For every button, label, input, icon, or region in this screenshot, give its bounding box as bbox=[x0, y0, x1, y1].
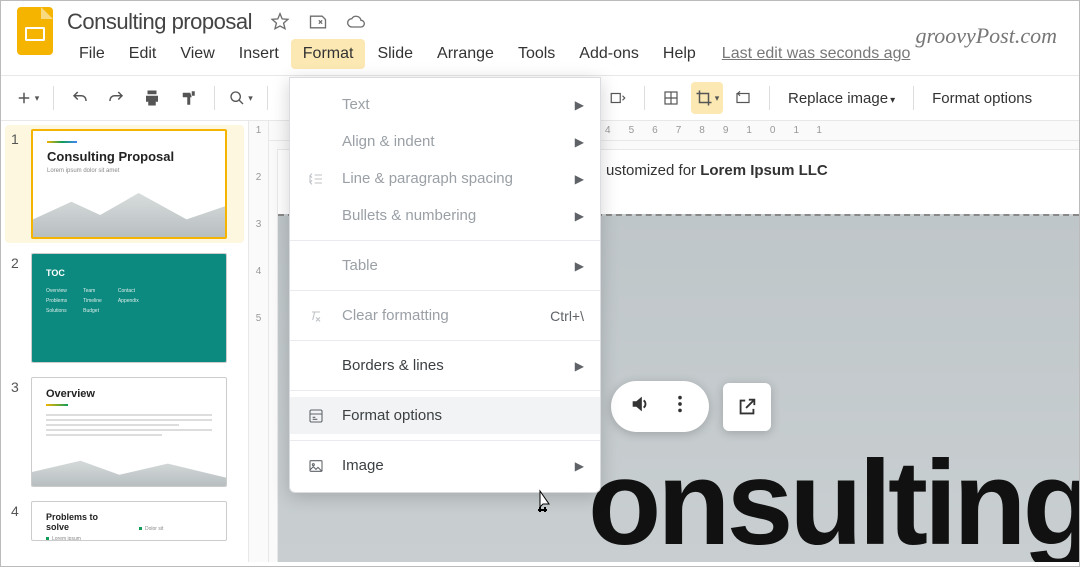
thumb-number: 1 bbox=[11, 129, 23, 239]
menu-view[interactable]: View bbox=[168, 39, 226, 69]
doc-title[interactable]: Consulting proposal bbox=[67, 9, 252, 35]
reset-image-button[interactable] bbox=[727, 82, 759, 114]
dd-spacing[interactable]: Line & paragraph spacing▶ bbox=[290, 160, 600, 197]
thumb-number: 3 bbox=[11, 377, 23, 487]
menu-file[interactable]: File bbox=[67, 39, 117, 69]
menu-insert[interactable]: Insert bbox=[227, 39, 291, 69]
dd-clear[interactable]: Clear formattingCtrl+\ bbox=[290, 297, 600, 334]
watermark: groovyPost.com bbox=[915, 23, 1057, 49]
menu-help[interactable]: Help bbox=[651, 39, 708, 69]
slide-thumbnail-2[interactable]: TOC OverviewProblemsSolutions TeamTimeli… bbox=[31, 253, 227, 363]
menu-addons[interactable]: Add-ons bbox=[567, 39, 651, 69]
slide-thumbnail-3[interactable]: Overview bbox=[31, 377, 227, 487]
transition-icon[interactable] bbox=[602, 82, 634, 114]
star-icon[interactable] bbox=[270, 12, 290, 32]
menu-tools[interactable]: Tools bbox=[506, 39, 567, 69]
cloud-icon[interactable] bbox=[346, 12, 366, 32]
dd-image[interactable]: Image▶ bbox=[290, 447, 600, 484]
thumb-number: 4 bbox=[11, 501, 23, 541]
dd-format-options[interactable]: Format options bbox=[290, 397, 600, 434]
line-spacing-icon bbox=[306, 171, 326, 187]
redo-button[interactable] bbox=[100, 82, 132, 114]
dd-borders[interactable]: Borders & lines▶ bbox=[290, 347, 600, 384]
volume-icon[interactable] bbox=[629, 393, 651, 420]
dd-align[interactable]: Align & indent▶ bbox=[290, 123, 600, 160]
cursor-icon bbox=[533, 489, 553, 518]
dd-table[interactable]: Table▶ bbox=[290, 247, 600, 284]
slide-thumbnails: 1 Consulting Proposal Lorem ipsum dolor … bbox=[1, 121, 249, 562]
slide-thumbnail-4[interactable]: Problems to solve Lorem ipsum Dolor sit bbox=[31, 501, 227, 541]
menu-slide[interactable]: Slide bbox=[365, 39, 425, 69]
print-button[interactable] bbox=[136, 82, 168, 114]
media-controls bbox=[611, 381, 709, 432]
format-options-button[interactable]: Format options bbox=[924, 90, 1040, 107]
mask-image-button[interactable] bbox=[655, 82, 687, 114]
add-button[interactable]: ▾ bbox=[11, 82, 43, 114]
last-edit-link[interactable]: Last edit was seconds ago bbox=[722, 45, 911, 63]
replace-image-button[interactable]: Replace image▾ bbox=[780, 90, 903, 107]
clear-format-icon bbox=[306, 308, 326, 324]
more-icon[interactable] bbox=[669, 393, 691, 420]
menu-format[interactable]: Format bbox=[291, 39, 366, 69]
vertical-ruler: 12345 bbox=[249, 121, 269, 562]
format-dropdown: Text▶ Align & indent▶ Line & paragraph s… bbox=[289, 77, 601, 493]
slide-thumbnail-1[interactable]: Consulting Proposal Lorem ipsum dolor si… bbox=[31, 129, 227, 239]
paint-format-button[interactable] bbox=[172, 82, 204, 114]
menu-edit[interactable]: Edit bbox=[117, 39, 169, 69]
image-icon bbox=[306, 458, 326, 474]
crop-button[interactable]: ▾ bbox=[691, 82, 723, 114]
slides-logo bbox=[13, 9, 57, 53]
zoom-button[interactable]: ▾ bbox=[225, 82, 257, 114]
undo-button[interactable] bbox=[64, 82, 96, 114]
canvas-title: onsulting bbox=[588, 434, 1079, 562]
menu-arrange[interactable]: Arrange bbox=[425, 39, 506, 69]
dd-bullets[interactable]: Bullets & numbering▶ bbox=[290, 197, 600, 234]
format-options-icon bbox=[306, 408, 326, 424]
open-external-button[interactable] bbox=[723, 383, 771, 431]
thumb-number: 2 bbox=[11, 253, 23, 363]
dd-text[interactable]: Text▶ bbox=[290, 86, 600, 123]
move-icon[interactable] bbox=[308, 12, 328, 32]
